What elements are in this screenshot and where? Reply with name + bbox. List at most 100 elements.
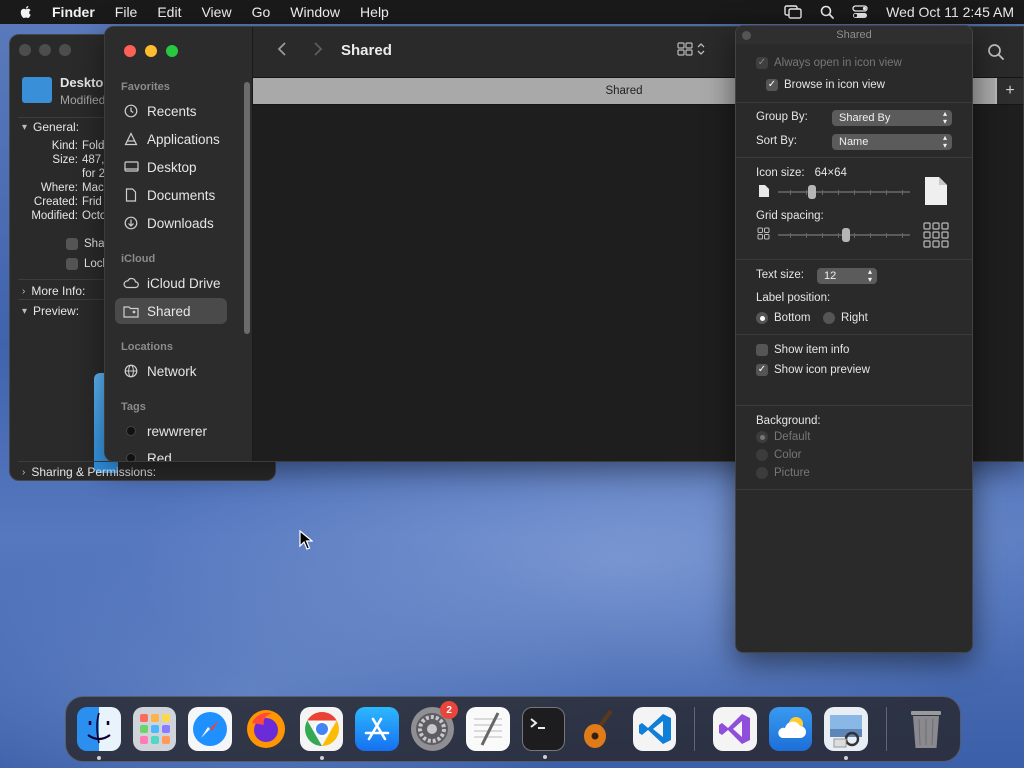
chevron-updown-icon: ▴ ▾ xyxy=(867,267,872,284)
divider xyxy=(736,489,972,490)
close-button[interactable] xyxy=(19,44,31,56)
menu-view[interactable]: View xyxy=(201,4,231,20)
slider-thumb[interactable] xyxy=(842,228,850,242)
control-center-icon[interactable] xyxy=(852,5,868,19)
screen-mirroring-icon[interactable] xyxy=(784,5,802,19)
zoom-button[interactable] xyxy=(166,45,178,57)
dock-finder[interactable] xyxy=(77,707,121,760)
menu-help[interactable]: Help xyxy=(360,4,389,20)
sort-by-select[interactable]: Name ▴ ▾ xyxy=(832,134,952,150)
view-mode-button[interactable] xyxy=(677,42,705,56)
label-position-right-radio[interactable]: Right xyxy=(823,312,868,324)
radio-icon xyxy=(756,467,768,479)
running-indicator xyxy=(844,756,849,760)
radio-label: Right xyxy=(841,312,868,324)
menu-finder[interactable]: Finder xyxy=(52,4,95,20)
locked-checkbox[interactable]: Lock xyxy=(66,258,108,270)
sidebar-item-shared[interactable]: Shared xyxy=(115,298,227,324)
dock-trash[interactable] xyxy=(905,707,948,751)
dock-firefox[interactable] xyxy=(244,707,288,751)
menu-go[interactable]: Go xyxy=(252,4,271,20)
always-open-icon-view-checkbox: ✓ Always open in icon view xyxy=(756,57,902,69)
general-section-toggle[interactable]: ▾ General: xyxy=(22,120,79,134)
sharing-permissions-label: Sharing & Permissions: xyxy=(31,465,157,479)
dock-textedit[interactable] xyxy=(466,707,510,751)
dock-chrome[interactable] xyxy=(299,707,344,760)
show-icon-preview-checkbox[interactable]: ✓ Show icon preview xyxy=(756,364,870,376)
background-default-radio: Default xyxy=(756,431,810,443)
preview-section-toggle[interactable]: ▾ Preview: xyxy=(22,304,79,318)
more-info-section-toggle[interactable]: › More Info: xyxy=(22,284,85,298)
compact-grid-icon xyxy=(757,227,770,240)
clock[interactable]: Wed Oct 11 2:45 AM xyxy=(886,4,1014,20)
radio-label: Default xyxy=(774,431,811,443)
terminal-icon xyxy=(530,718,546,729)
info-label: Modified: xyxy=(31,210,78,222)
back-button[interactable] xyxy=(277,41,287,62)
folder-icon xyxy=(22,77,52,103)
menu-window[interactable]: Window xyxy=(290,4,340,20)
search-icon[interactable] xyxy=(820,5,835,19)
group-by-select[interactable]: Shared By ▴ ▾ xyxy=(832,110,952,126)
label-position-bottom-radio[interactable]: Bottom xyxy=(756,312,810,324)
chevron-left-icon xyxy=(277,42,286,56)
preview-icon xyxy=(829,715,862,748)
minimize-button[interactable] xyxy=(39,44,51,56)
sidebar-item-icloud-drive[interactable]: iCloud Drive xyxy=(115,270,227,296)
dock-vscode[interactable] xyxy=(632,707,677,751)
sidebar-item-desktop[interactable]: Desktop xyxy=(115,154,227,180)
dock-safari[interactable] xyxy=(188,707,232,751)
sharing-permissions-toggle[interactable]: › Sharing & Permissions: xyxy=(22,465,156,479)
radio-icon xyxy=(756,312,768,324)
radio-label: Picture xyxy=(774,467,810,479)
browse-icon-view-checkbox[interactable]: ✓ Browse in icon view xyxy=(766,79,885,91)
sidebar-item-documents[interactable]: Documents xyxy=(115,182,227,208)
trash-icon xyxy=(911,711,942,748)
info-value: Frid xyxy=(82,196,102,208)
dock: 2 xyxy=(65,696,961,762)
dock-terminal[interactable] xyxy=(521,707,565,759)
sidebar-item-applications[interactable]: Applications xyxy=(115,126,227,152)
sidebar-item-tag-rewwrerer[interactable]: rewwrerer xyxy=(115,418,227,444)
grid-spacing-slider[interactable] xyxy=(778,228,910,242)
dock-visual-studio[interactable] xyxy=(713,707,757,751)
forward-button[interactable] xyxy=(313,41,323,62)
chevron-right-icon xyxy=(314,42,323,56)
sidebar-item-recents[interactable]: Recents xyxy=(115,98,227,124)
sidebar-item-label: Network xyxy=(147,363,197,379)
sidebar-item-label: Recents xyxy=(147,103,197,119)
shared-folder-checkbox[interactable]: Shar xyxy=(66,238,108,250)
dock-preview[interactable] xyxy=(824,707,868,760)
dock-app-store[interactable] xyxy=(355,707,399,751)
close-button[interactable] xyxy=(124,45,136,57)
window-controls xyxy=(124,45,178,57)
sidebar-item-tag-red[interactable]: Red xyxy=(115,445,227,461)
dock-launchpad[interactable] xyxy=(133,707,177,751)
show-item-info-checkbox[interactable]: Show item info xyxy=(756,344,849,356)
sidebar-scrollbar[interactable] xyxy=(244,82,250,334)
menu-edit[interactable]: Edit xyxy=(157,4,181,20)
dock-system-settings[interactable]: 2 xyxy=(410,701,459,751)
slider-thumb[interactable] xyxy=(808,185,816,199)
textedit-icon xyxy=(473,712,502,746)
finder-search-icon[interactable] xyxy=(987,43,1005,61)
panel-close-button[interactable] xyxy=(742,31,751,40)
globe-icon xyxy=(123,363,139,379)
sidebar-item-downloads[interactable]: Downloads xyxy=(115,210,227,236)
text-size-select[interactable]: 12 ▴ ▾ xyxy=(817,268,877,284)
checkmark-icon: ✓ xyxy=(756,57,768,69)
apple-icon[interactable] xyxy=(18,4,34,20)
menu-file[interactable]: File xyxy=(115,4,138,20)
sidebar-item-network[interactable]: Network xyxy=(115,358,227,384)
chrome-icon xyxy=(304,712,339,746)
minimize-button[interactable] xyxy=(145,45,157,57)
sidebar-item-label: Documents xyxy=(147,187,216,203)
shared-folder-icon xyxy=(123,303,139,319)
info-value: for 2 xyxy=(82,168,106,180)
garageband-icon xyxy=(583,709,613,748)
icon-size-slider[interactable] xyxy=(778,185,910,199)
dock-weather[interactable] xyxy=(768,707,813,751)
new-tab-button[interactable]: + xyxy=(997,78,1023,104)
dock-garageband[interactable] xyxy=(577,707,621,751)
zoom-button[interactable] xyxy=(59,44,71,56)
